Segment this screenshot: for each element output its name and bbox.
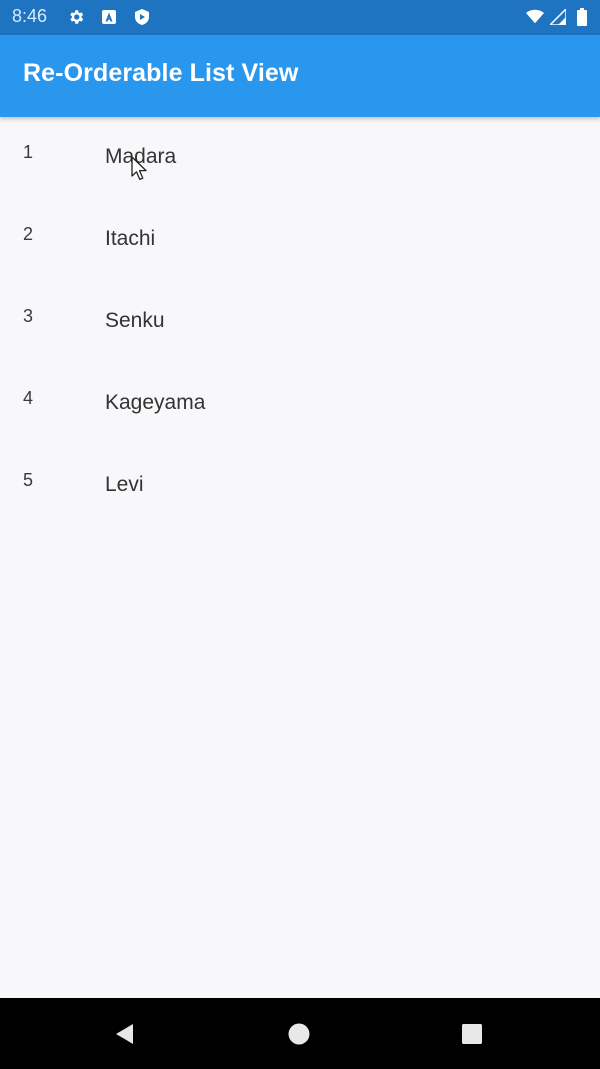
list-item[interactable]: 1 Madara bbox=[0, 117, 600, 199]
shield-icon bbox=[133, 8, 151, 26]
list-item[interactable]: 4 Kageyama bbox=[0, 363, 600, 445]
item-index: 2 bbox=[23, 224, 34, 244]
app-bar: Re-Orderable List View bbox=[0, 35, 600, 117]
app-a-icon bbox=[100, 8, 118, 26]
item-index: 4 bbox=[23, 388, 34, 408]
signal-icon bbox=[549, 8, 567, 26]
list-item[interactable]: 3 Senku bbox=[0, 281, 600, 363]
back-icon[interactable] bbox=[111, 1020, 139, 1048]
item-label: Senku bbox=[105, 309, 165, 332]
item-index: 1 bbox=[23, 142, 34, 162]
status-time: 8:46 bbox=[12, 6, 48, 26]
settings-icon bbox=[67, 8, 85, 26]
mouse-cursor-icon bbox=[131, 156, 147, 181]
page-title: Re-Orderable List View bbox=[23, 59, 299, 87]
battery-icon bbox=[573, 8, 591, 26]
recents-icon[interactable] bbox=[458, 1020, 486, 1048]
list-item[interactable]: 2 Itachi bbox=[0, 199, 600, 281]
list-item[interactable]: 5 Levi bbox=[0, 445, 600, 527]
item-label: Kageyama bbox=[105, 391, 206, 414]
item-label: Levi bbox=[105, 473, 144, 496]
home-icon[interactable] bbox=[285, 1020, 313, 1048]
item-index: 3 bbox=[23, 306, 34, 326]
reorderable-list: 1 Madara 2 Itachi 3 Senku 4 Kageyama 5 L… bbox=[0, 117, 600, 527]
navigation-bar bbox=[0, 998, 600, 1069]
item-index: 5 bbox=[23, 470, 34, 490]
wifi-icon bbox=[526, 8, 544, 26]
item-label: Itachi bbox=[105, 227, 156, 250]
status-bar: 8:46 bbox=[0, 0, 600, 35]
